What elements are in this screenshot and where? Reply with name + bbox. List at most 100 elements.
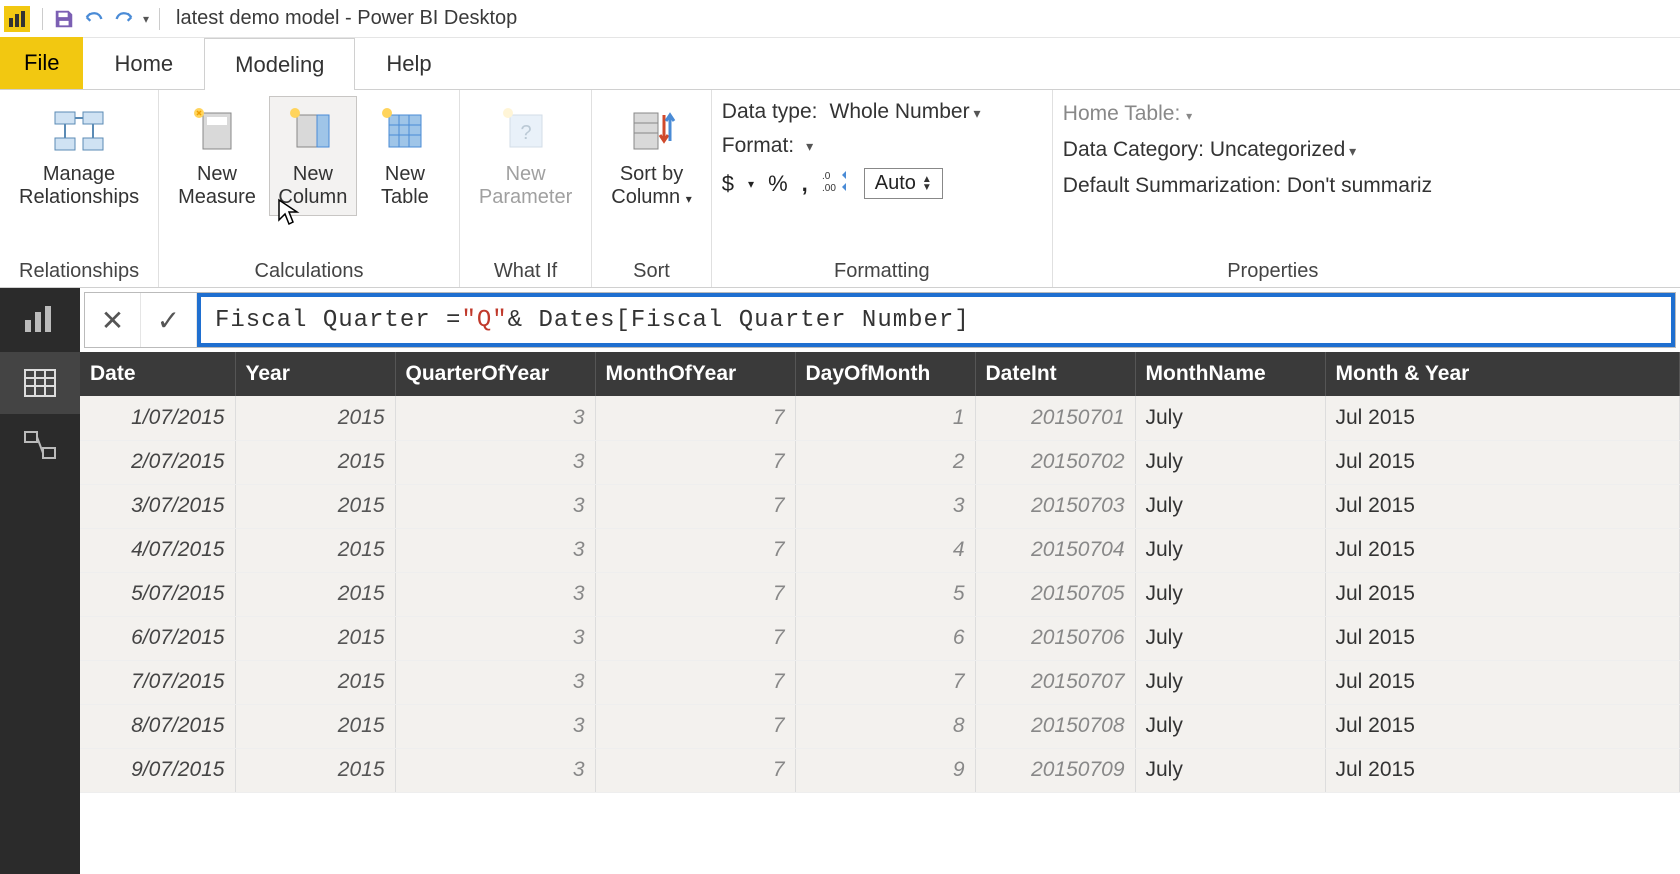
table-row[interactable]: 1/07/2015201537120150701JulyJul 2015 <box>80 396 1680 440</box>
cell-monthyear[interactable]: Jul 2015 <box>1325 572 1680 616</box>
cell-year[interactable]: 2015 <box>235 440 395 484</box>
cell-month[interactable]: 7 <box>595 572 795 616</box>
table-row[interactable]: 9/07/2015201537920150709JulyJul 2015 <box>80 748 1680 792</box>
cell-date[interactable]: 9/07/2015 <box>80 748 235 792</box>
cell-dateint[interactable]: 20150705 <box>975 572 1135 616</box>
cell-monthyear[interactable]: Jul 2015 <box>1325 616 1680 660</box>
cell-year[interactable]: 2015 <box>235 528 395 572</box>
cell-year[interactable]: 2015 <box>235 484 395 528</box>
cell-monthname[interactable]: July <box>1135 572 1325 616</box>
manage-relationships-button[interactable]: Manage Relationships <box>10 96 148 216</box>
cell-day[interactable]: 2 <box>795 440 975 484</box>
cell-year[interactable]: 2015 <box>235 616 395 660</box>
cell-monthyear[interactable]: Jul 2015 <box>1325 704 1680 748</box>
model-view-button[interactable] <box>0 414 80 476</box>
cell-day[interactable]: 5 <box>795 572 975 616</box>
qat-dropdown[interactable]: ▾ <box>139 12 153 26</box>
cell-quarter[interactable]: 3 <box>395 572 595 616</box>
cell-quarter[interactable]: 3 <box>395 748 595 792</box>
cell-year[interactable]: 2015 <box>235 396 395 440</box>
cell-date[interactable]: 1/07/2015 <box>80 396 235 440</box>
cell-month[interactable]: 7 <box>595 396 795 440</box>
cell-date[interactable]: 3/07/2015 <box>80 484 235 528</box>
cell-monthyear[interactable]: Jul 2015 <box>1325 660 1680 704</box>
tab-modeling[interactable]: Modeling <box>204 38 355 90</box>
commit-formula-button[interactable]: ✓ <box>141 293 197 347</box>
thousands-separator-button[interactable]: , <box>802 171 808 197</box>
cell-dateint[interactable]: 20150704 <box>975 528 1135 572</box>
redo-button[interactable] <box>109 4 139 34</box>
col-header-dateint[interactable]: DateInt <box>975 352 1135 396</box>
cell-month[interactable]: 7 <box>595 484 795 528</box>
cell-month[interactable]: 7 <box>595 748 795 792</box>
cell-dateint[interactable]: 20150707 <box>975 660 1135 704</box>
stepper-icon[interactable]: ▲▼ <box>922 176 932 192</box>
new-parameter-button[interactable]: ? New Parameter <box>470 96 581 216</box>
cell-day[interactable]: 7 <box>795 660 975 704</box>
table-row[interactable]: 6/07/2015201537620150706JulyJul 2015 <box>80 616 1680 660</box>
cell-monthyear[interactable]: Jul 2015 <box>1325 748 1680 792</box>
cell-dateint[interactable]: 20150701 <box>975 396 1135 440</box>
cell-monthyear[interactable]: Jul 2015 <box>1325 440 1680 484</box>
cell-day[interactable]: 9 <box>795 748 975 792</box>
table-row[interactable]: 5/07/2015201537520150705JulyJul 2015 <box>80 572 1680 616</box>
table-row[interactable]: 7/07/2015201537720150707JulyJul 2015 <box>80 660 1680 704</box>
tab-home[interactable]: Home <box>83 37 204 89</box>
decimal-places-icon[interactable]: .0.00 <box>822 169 850 199</box>
cell-day[interactable]: 1 <box>795 396 975 440</box>
col-header-date[interactable]: Date <box>80 352 235 396</box>
cell-monthname[interactable]: July <box>1135 748 1325 792</box>
cell-dateint[interactable]: 20150706 <box>975 616 1135 660</box>
data-view-button[interactable] <box>0 352 80 414</box>
cell-date[interactable]: 6/07/2015 <box>80 616 235 660</box>
cell-dateint[interactable]: 20150709 <box>975 748 1135 792</box>
save-button[interactable] <box>49 4 79 34</box>
cell-monthname[interactable]: July <box>1135 484 1325 528</box>
table-row[interactable]: 4/07/2015201537420150704JulyJul 2015 <box>80 528 1680 572</box>
cell-month[interactable]: 7 <box>595 704 795 748</box>
cell-quarter[interactable]: 3 <box>395 616 595 660</box>
cell-year[interactable]: 2015 <box>235 748 395 792</box>
cell-year[interactable]: 2015 <box>235 572 395 616</box>
new-measure-button[interactable]: New Measure <box>169 96 265 216</box>
table-row[interactable]: 8/07/2015201537820150708JulyJul 2015 <box>80 704 1680 748</box>
cell-dateint[interactable]: 20150708 <box>975 704 1135 748</box>
cell-monthname[interactable]: July <box>1135 660 1325 704</box>
cell-monthname[interactable]: July <box>1135 528 1325 572</box>
table-row[interactable]: 3/07/2015201537320150703JulyJul 2015 <box>80 484 1680 528</box>
cell-year[interactable]: 2015 <box>235 704 395 748</box>
col-header-quarter[interactable]: QuarterOfYear <box>395 352 595 396</box>
cell-dateint[interactable]: 20150703 <box>975 484 1135 528</box>
cell-monthname[interactable]: July <box>1135 704 1325 748</box>
col-header-monthyear[interactable]: Month & Year <box>1325 352 1680 396</box>
cancel-formula-button[interactable]: ✕ <box>85 293 141 347</box>
cell-month[interactable]: 7 <box>595 660 795 704</box>
cell-day[interactable]: 8 <box>795 704 975 748</box>
currency-dropdown[interactable]: ▾ <box>748 177 754 191</box>
datacategory-dropdown[interactable]: Uncategorized <box>1210 138 1356 161</box>
cell-date[interactable]: 2/07/2015 <box>80 440 235 484</box>
cell-date[interactable]: 5/07/2015 <box>80 572 235 616</box>
cell-quarter[interactable]: 3 <box>395 704 595 748</box>
table-row[interactable]: 2/07/2015201537220150702JulyJul 2015 <box>80 440 1680 484</box>
cell-quarter[interactable]: 3 <box>395 440 595 484</box>
cell-date[interactable]: 4/07/2015 <box>80 528 235 572</box>
cell-monthname[interactable]: July <box>1135 616 1325 660</box>
col-header-month[interactable]: MonthOfYear <box>595 352 795 396</box>
format-dropdown[interactable]: ▾ <box>806 138 813 155</box>
cell-quarter[interactable]: 3 <box>395 484 595 528</box>
tab-help[interactable]: Help <box>355 37 462 89</box>
cell-dateint[interactable]: 20150702 <box>975 440 1135 484</box>
cell-quarter[interactable]: 3 <box>395 660 595 704</box>
report-view-button[interactable] <box>0 288 80 350</box>
cell-quarter[interactable]: 3 <box>395 396 595 440</box>
cell-monthyear[interactable]: Jul 2015 <box>1325 396 1680 440</box>
cell-quarter[interactable]: 3 <box>395 528 595 572</box>
cell-month[interactable]: 7 <box>595 440 795 484</box>
percent-button[interactable]: % <box>768 171 788 197</box>
cell-year[interactable]: 2015 <box>235 660 395 704</box>
col-header-day[interactable]: DayOfMonth <box>795 352 975 396</box>
formula-input[interactable]: Fiscal Quarter = "Q" & Dates[Fiscal Quar… <box>197 293 1675 347</box>
data-grid[interactable]: Date Year QuarterOfYear MonthOfYear DayO… <box>80 352 1680 874</box>
currency-button[interactable]: $ <box>722 171 734 197</box>
